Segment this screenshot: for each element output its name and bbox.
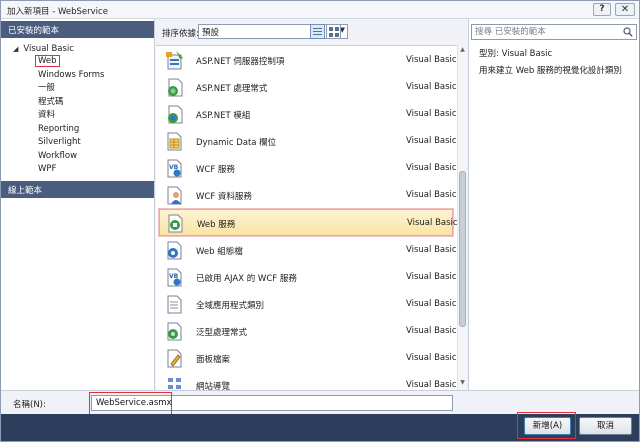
template-row[interactable]: Dynamic Data 欄位 Visual Basic (159, 128, 457, 155)
search-input[interactable] (472, 25, 617, 39)
dialog-button-bar: 新增(A) 取消 (1, 414, 639, 441)
template-list: ASP.NET 伺服器控制項 Visual Basic ASP.NET 處理常式… (156, 45, 467, 390)
template-row[interactable]: VB 已啟用 AJAX 的 WCF 服務 Visual Basic (159, 264, 457, 291)
template-row-selected[interactable]: Web 服務 Visual Basic (158, 208, 458, 237)
wcf-icon: VB (167, 159, 182, 178)
close-button[interactable]: ✕ (615, 3, 635, 16)
server-control-icon (166, 51, 183, 70)
type-info: 型別: Visual Basic (479, 47, 552, 59)
list-view-button[interactable] (310, 24, 325, 39)
name-label: 名稱(N): (13, 400, 46, 410)
global-icon (167, 295, 182, 314)
name-input[interactable] (92, 396, 452, 410)
name-field-wrapper[interactable] (91, 395, 453, 411)
template-row[interactable]: 面板檔案 Visual Basic (159, 345, 457, 372)
template-row[interactable]: 全域應用程式類別 Visual Basic (159, 291, 457, 318)
module-icon (168, 105, 183, 124)
template-row[interactable]: VB WCF 服務 Visual Basic (159, 155, 457, 182)
scroll-up-icon[interactable]: ▲ (458, 46, 467, 56)
online-templates-header[interactable]: 線上範本 (1, 181, 154, 198)
config-icon (167, 241, 182, 260)
web-service-icon (168, 214, 183, 233)
category-wpf[interactable]: WPF (38, 163, 105, 177)
generic-handler-icon (167, 322, 182, 341)
template-row[interactable]: ASP.NET 模組 Visual Basic (159, 101, 457, 128)
sort-value: 預設 (202, 28, 220, 38)
type-value: Visual Basic (501, 49, 553, 59)
handler-icon (168, 78, 183, 97)
search-box[interactable] (471, 24, 637, 40)
cancel-button[interactable]: 取消 (579, 417, 632, 435)
ajax-wcf-icon: VB (167, 268, 182, 287)
category-web[interactable]: Web (35, 55, 105, 69)
grid-view-button[interactable] (326, 24, 341, 39)
wcf-data-icon (167, 186, 182, 205)
help-button[interactable]: ? (593, 3, 611, 16)
sort-label: 排序依據: (162, 29, 199, 39)
template-row[interactable]: ASP.NET 處理常式 Visual Basic (159, 74, 457, 101)
template-details-panel: 型別: Visual Basic 用來建立 Web 服務的視覺化設計類別 (468, 19, 639, 390)
template-row[interactable]: ASP.NET 伺服器控制項 Visual Basic (159, 47, 457, 74)
template-row[interactable]: Web 組態檔 Visual Basic (159, 237, 457, 264)
category-general[interactable]: 一般 (38, 82, 105, 96)
template-row[interactable]: 泛型處理常式 Visual Basic (159, 318, 457, 345)
add-button[interactable]: 新增(A) (524, 417, 571, 435)
type-label: 型別: (479, 49, 499, 59)
sitemap-icon (168, 378, 181, 389)
add-new-item-dialog: 加入新項目 - WebService ? ✕ 已安裝的範本 ◢ Visual Ba… (0, 0, 640, 442)
category-silverlight[interactable]: Silverlight (38, 136, 105, 150)
category-data[interactable]: 資料 (38, 109, 105, 123)
scroll-down-icon[interactable]: ▼ (458, 379, 467, 389)
dynamic-data-icon (167, 132, 182, 151)
search-icon[interactable] (623, 27, 633, 37)
tree-root-label: Visual Basic (23, 44, 74, 54)
name-row: 名稱(N): (1, 390, 639, 414)
window-title: 加入新項目 - WebService (7, 7, 108, 17)
template-list-scrollbar[interactable]: ▲ ▼ (457, 45, 467, 390)
scrollbar-thumb[interactable] (459, 171, 466, 327)
template-row[interactable]: 網站導覽 Visual Basic (159, 372, 457, 390)
category-tree: Web Windows Forms 一般 程式碼 資料 Reporting Si… (35, 55, 105, 177)
category-windows-forms[interactable]: Windows Forms (38, 69, 105, 83)
template-row[interactable]: WCF 資料服務 Visual Basic (159, 182, 457, 209)
template-category-panel: 已安裝的範本 ◢ Visual Basic Web Windows Forms 一… (1, 19, 155, 390)
category-workflow[interactable]: Workflow (38, 150, 105, 164)
template-description: 用來建立 Web 服務的視覺化設計類別 (479, 66, 622, 76)
tree-root-visual-basic[interactable]: ◢ Visual Basic (13, 44, 74, 54)
skin-icon (167, 349, 182, 368)
title-bar: 加入新項目 - WebService ? ✕ (1, 1, 639, 19)
list-toolbar: 排序依據: 預設 ▼ (156, 19, 466, 45)
category-code[interactable]: 程式碼 (38, 96, 105, 110)
category-reporting[interactable]: Reporting (38, 123, 105, 137)
expand-arrow-icon[interactable]: ◢ (13, 45, 18, 53)
installed-templates-header[interactable]: 已安裝的範本 (1, 21, 154, 38)
